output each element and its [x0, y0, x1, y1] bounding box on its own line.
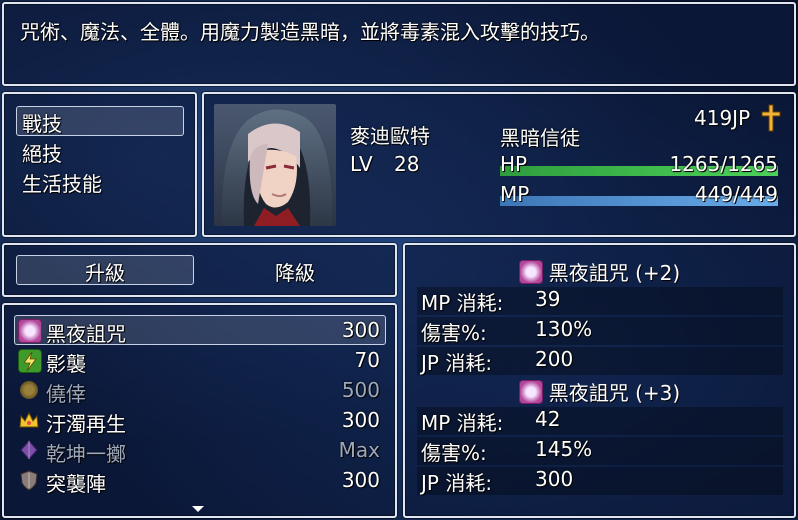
detail-value: 300: [535, 467, 574, 491]
skill-detail-window: 黑夜詛咒 (+2) MP 消耗: 39 傷害%: 130% JP 消耗: 200…: [403, 243, 796, 518]
character-name: 麥迪歐特: [350, 124, 430, 148]
skill-name: 汙濁再生: [46, 412, 126, 436]
book-icon: [518, 259, 543, 284]
scroll-down-arrow-icon[interactable]: [192, 506, 204, 512]
detail-value: 200: [535, 347, 574, 371]
category-window: 戰技 絕技 生活技能: [2, 92, 197, 237]
hp-value: 1265/1265: [669, 152, 778, 176]
book-icon: [518, 379, 543, 404]
skill-name: 影襲: [46, 352, 86, 376]
skill-cost: 300: [341, 318, 380, 342]
skill-name: 乾坤一擲: [46, 442, 126, 466]
help-text: 咒術、魔法、全體。用魔力製造黑暗，並將毒素混入攻擊的技巧。: [20, 20, 600, 44]
hp-label: HP: [500, 152, 528, 176]
skill-cost: 70: [354, 348, 380, 372]
category-item-life-skills[interactable]: 生活技能: [22, 168, 102, 197]
shield-icon: [18, 469, 40, 491]
detail-title-text: 黑夜詛咒 (+3): [548, 381, 681, 405]
detail-title-2: 黑夜詛咒 (+3): [405, 377, 794, 405]
detail-value: 39: [535, 287, 561, 311]
detail-label: JP 消耗:: [421, 471, 493, 495]
skill-name: 突襲陣: [46, 472, 106, 496]
skill-cost: Max: [338, 438, 380, 462]
level-label: LV: [350, 152, 373, 176]
detail-value: 130%: [535, 317, 593, 341]
detail-label: MP 消耗:: [421, 291, 504, 315]
skill-name: 黑夜詛咒: [46, 322, 126, 346]
skill-list-window: 黑夜詛咒 300 影襲 70 僥倖 500 汙濁再生 300 乾坤一擲 Max …: [2, 303, 397, 518]
coin-icon: [20, 381, 38, 399]
skill-cost: 300: [341, 408, 380, 432]
book-icon: [18, 319, 42, 343]
status-window: 麥迪歐特 LV 28 黑暗信徒 419JP HP 1265/1265 MP 44…: [202, 92, 796, 237]
detail-value: 42: [535, 407, 561, 431]
detail-label: 傷害%:: [421, 321, 487, 345]
character-portrait: [214, 104, 336, 226]
portrait-art: [221, 109, 333, 226]
detail-label: MP 消耗:: [421, 411, 504, 435]
class-name: 黑暗信徒: [500, 126, 580, 150]
detail-value: 145%: [535, 437, 593, 461]
detail-title-1: 黑夜詛咒 (+2): [405, 257, 794, 285]
detail-title-text: 黑夜詛咒 (+2): [548, 261, 681, 285]
mp-label: MP: [500, 182, 530, 206]
skill-row[interactable]: 乾坤一擲 Max: [16, 437, 384, 466]
downgrade-button[interactable]: 降級: [206, 257, 384, 286]
skill-row[interactable]: 僥倖 500: [16, 377, 384, 406]
skill-row[interactable]: 突襲陣 300: [16, 467, 384, 496]
skill-row[interactable]: 汙濁再生 300: [16, 407, 384, 436]
gem-icon: [18, 439, 40, 461]
upgrade-button[interactable]: 升級: [16, 257, 194, 286]
skill-name: 僥倖: [46, 382, 86, 406]
lightning-icon: [18, 349, 42, 373]
mp-value: 449/449: [694, 182, 778, 206]
skill-row[interactable]: 黑夜詛咒 300: [16, 317, 384, 346]
skill-cost: 300: [341, 468, 380, 492]
cross-icon: [760, 104, 782, 132]
mode-window: 升級 降級: [2, 243, 397, 297]
category-item-combat[interactable]: 戰技: [22, 108, 62, 137]
detail-label: 傷害%:: [421, 441, 487, 465]
skill-row[interactable]: 影襲 70: [16, 347, 384, 376]
crown-icon: [18, 409, 40, 431]
skill-cost: 500: [341, 378, 380, 402]
category-item-ultimate[interactable]: 絕技: [22, 138, 62, 167]
detail-label: JP 消耗:: [421, 351, 493, 375]
help-window: 咒術、魔法、全體。用魔力製造黑暗，並將毒素混入攻擊的技巧。: [2, 2, 796, 86]
jp-value: 419JP: [694, 106, 751, 130]
level-value: 28: [394, 152, 420, 176]
